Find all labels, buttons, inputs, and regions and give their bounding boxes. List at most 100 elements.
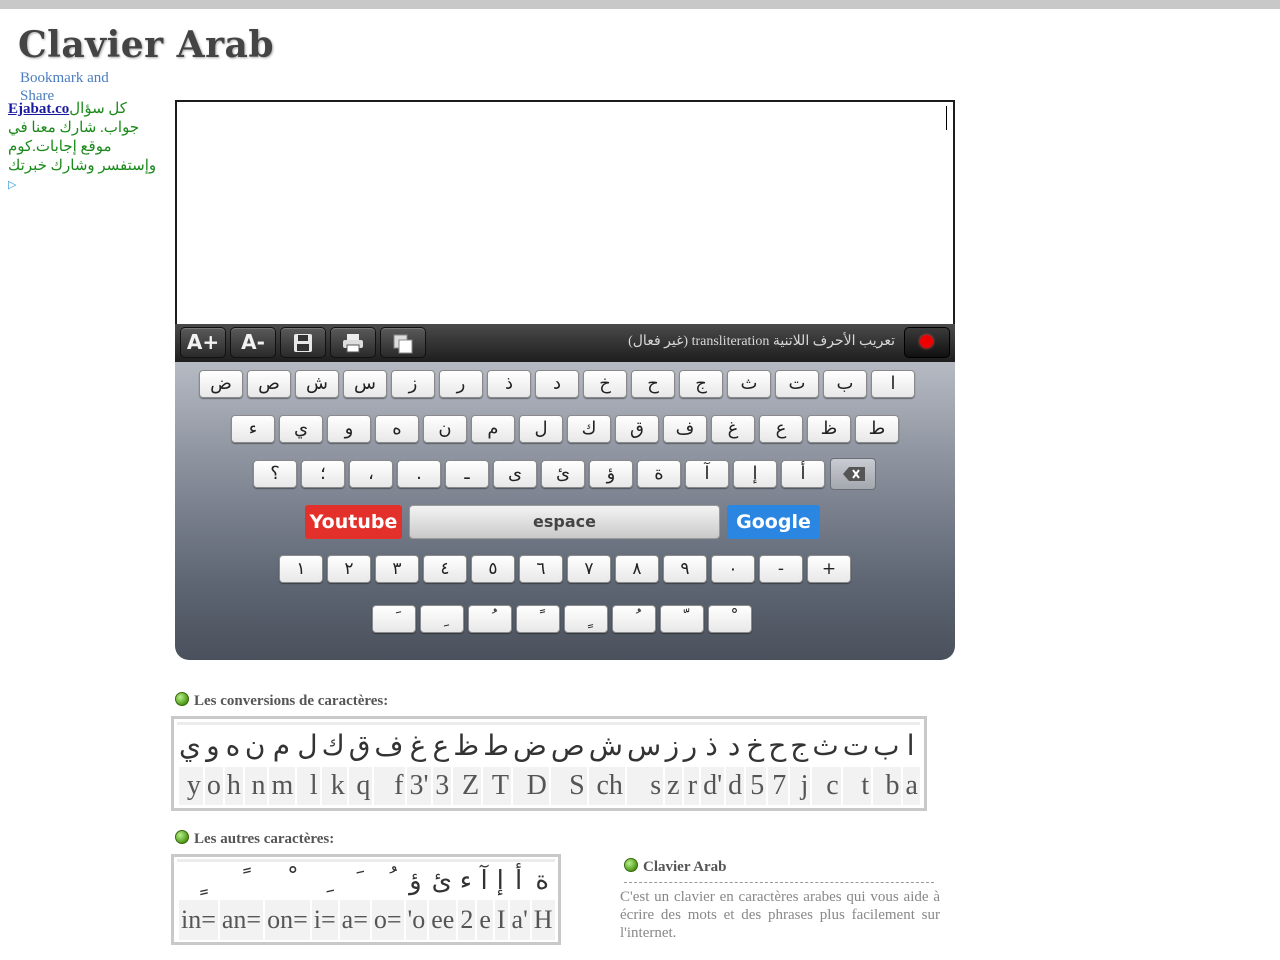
key-row2-10[interactable]: ه — [375, 415, 419, 443]
key-row1-3[interactable]: ث — [727, 370, 771, 398]
record-button[interactable] — [904, 327, 950, 358]
key-digits-6[interactable]: ٦ — [519, 555, 563, 583]
key-digits-0[interactable]: + — [807, 555, 851, 583]
info-box: Clavier Arab C'est un clavier en caractè… — [620, 858, 940, 942]
font-increase-button[interactable]: A+ — [180, 327, 226, 358]
char-pair: آe — [475, 859, 493, 940]
key-digits-8[interactable]: ٤ — [423, 555, 467, 583]
key-row2-9[interactable]: ن — [423, 415, 467, 443]
key-row3-5[interactable]: ئ — [541, 460, 585, 488]
key-row1-0[interactable]: ا — [871, 370, 915, 398]
key-row3-7[interactable]: ـ — [445, 460, 489, 488]
key-row1-14[interactable]: ض — [199, 370, 243, 398]
latin-equivalent: s — [624, 767, 664, 805]
key-row2-8[interactable]: م — [471, 415, 515, 443]
key-row1-7[interactable]: د — [535, 370, 579, 398]
arabic-char: ذ — [699, 722, 725, 767]
key-digits-10[interactable]: ٢ — [327, 555, 371, 583]
latin-equivalent: T — [481, 767, 512, 805]
key-row2-11[interactable]: و — [327, 415, 371, 443]
key-row1-13[interactable]: ص — [247, 370, 291, 398]
key-row2-5[interactable]: ق — [615, 415, 659, 443]
key-row2-12[interactable]: ي — [279, 415, 323, 443]
char-pair: دd — [724, 722, 745, 805]
key-row2-1[interactable]: ظ — [807, 415, 851, 443]
key-diacritics-0[interactable]: ْ — [708, 605, 752, 633]
key-digits-3[interactable]: ٩ — [663, 555, 707, 583]
key-row3-1[interactable]: إ — [733, 460, 777, 488]
arabic-char: ه — [222, 722, 243, 767]
key-diacritics-4[interactable]: ً — [516, 605, 560, 633]
key-digits-2[interactable]: ٠ — [711, 555, 755, 583]
transliteration-toggle[interactable]: تعريب الأحرف اللاتنية transliteration (غ… — [628, 333, 895, 350]
key-row3-8[interactable]: . — [397, 460, 441, 488]
key-diacritics-3[interactable]: ٍ — [564, 605, 608, 633]
key-row2-3[interactable]: غ — [711, 415, 755, 443]
key-diacritics-7[interactable]: َ — [372, 605, 416, 633]
char-pair: ع3 — [430, 722, 452, 805]
key-diacritics-1[interactable]: ّ — [660, 605, 704, 633]
arabic-char: ن — [242, 722, 268, 767]
char-pair: َa= — [337, 859, 370, 940]
key-row1-1[interactable]: ب — [823, 370, 867, 398]
key-row2-2[interactable]: ع — [759, 415, 803, 443]
key-row2-6[interactable]: ك — [567, 415, 611, 443]
key-digits-4[interactable]: ٨ — [615, 555, 659, 583]
key-row1-6[interactable]: خ — [583, 370, 627, 398]
key-row3-3[interactable]: ة — [637, 460, 681, 488]
ad-link[interactable]: Ejabat.co — [8, 101, 69, 117]
conversions-table: ا a ب b ت t ث c ج j ح 7 خ 5 د d ذ d' ر r ز z س s ش ch ص S ض D ط T ظ Z ع 3 غ 3… — [171, 716, 927, 811]
key-row1-10[interactable]: ز — [391, 370, 435, 398]
save-button[interactable] — [280, 327, 326, 358]
key-diacritics-6[interactable]: ِ — [420, 605, 464, 633]
key-row3-11[interactable]: ؟ — [253, 460, 297, 488]
key-row1-5[interactable]: ح — [631, 370, 675, 398]
key-digits-5[interactable]: ٧ — [567, 555, 611, 583]
key-row1-2[interactable]: ت — [775, 370, 819, 398]
key-row3-6[interactable]: ى — [493, 460, 537, 488]
text-editor[interactable] — [175, 100, 955, 328]
key-row3-9[interactable]: ، — [349, 460, 393, 488]
key-row1-9[interactable]: ر — [439, 370, 483, 398]
key-row1-8[interactable]: ذ — [487, 370, 531, 398]
key-row2-4[interactable]: ف — [663, 415, 707, 443]
key-digits-11[interactable]: ١ — [279, 555, 323, 583]
key-row3-0[interactable]: أ — [781, 460, 825, 488]
key-digits-1[interactable]: - — [759, 555, 803, 583]
key-row3-4[interactable]: ؤ — [589, 460, 633, 488]
key-row3-2[interactable]: آ — [685, 460, 729, 488]
key-digits-7[interactable]: ٥ — [471, 555, 515, 583]
latin-equivalent: o= — [369, 900, 404, 940]
latin-equivalent: an= — [217, 900, 264, 940]
key-row1-12[interactable]: ش — [295, 370, 339, 398]
arabic-char: ط — [481, 722, 512, 767]
ad-block[interactable]: Ejabat.coكل سؤال جواب. شارك معنا في موقع… — [8, 100, 168, 195]
print-button[interactable] — [330, 327, 376, 358]
copy-button[interactable] — [380, 327, 426, 358]
info-text: C'est un clavier en caractères arabes qu… — [620, 889, 940, 941]
arabic-char: ً — [217, 859, 264, 900]
google-button[interactable]: Google — [727, 505, 820, 539]
key-row3-10[interactable]: ؛ — [301, 460, 345, 488]
key-row1-11[interactable]: س — [343, 370, 387, 398]
bullet-icon — [175, 692, 189, 706]
key-row2-13[interactable]: ء — [231, 415, 275, 443]
key-diacritics-5[interactable]: ُ — [468, 605, 512, 633]
key-row2-0[interactable]: ط — [855, 415, 899, 443]
latin-equivalent: l — [295, 767, 320, 805]
arabic-char: د — [724, 722, 745, 767]
adchoices-icon[interactable]: ▷ — [8, 176, 16, 195]
char-pair: ؤ'o — [403, 859, 428, 940]
latin-equivalent: i= — [309, 900, 338, 940]
space-key[interactable]: espace — [409, 505, 720, 539]
backspace-key[interactable] — [830, 458, 876, 490]
key-diacritics-2[interactable]: ُ — [612, 605, 656, 633]
font-decrease-button[interactable]: A- — [230, 327, 276, 358]
key-row1-4[interactable]: ج — [679, 370, 723, 398]
youtube-button[interactable]: Youtube — [305, 505, 402, 539]
key-row2-7[interactable]: ل — [519, 415, 563, 443]
info-title-text: Clavier Arab — [643, 859, 727, 875]
key-digits-9[interactable]: ٣ — [375, 555, 419, 583]
arabic-char: ج — [788, 722, 811, 767]
arabic-char: ْ — [263, 859, 310, 900]
